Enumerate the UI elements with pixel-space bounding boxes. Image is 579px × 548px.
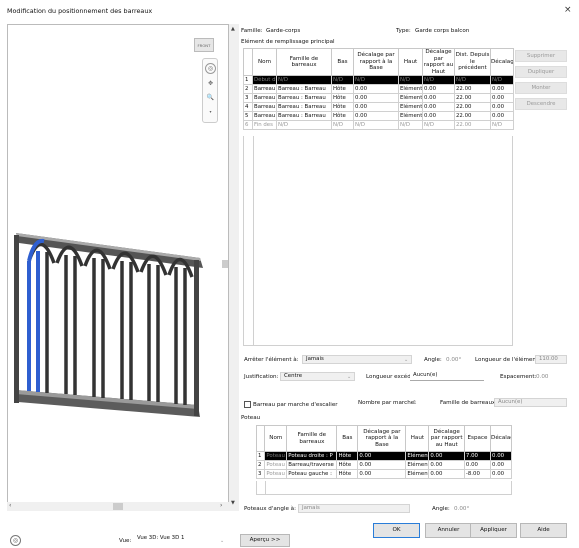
table-row[interactable]: 3 Barreau Barreau : Barreau Hôte 0.00 El…: [243, 93, 514, 103]
longueur-field[interactable]: 110.00: [535, 355, 567, 364]
table-row[interactable]: 1 Début d N/D N/D N/D N/D N/D N/D N/D: [243, 75, 514, 85]
viewport-vertical-scrollbar[interactable]: ▲ ▼: [229, 24, 239, 511]
apercu-button[interactable]: Aperçu >>: [240, 534, 290, 547]
table-row[interactable]: 1 Poteau Poteau droite : P Hôte 0.00 Elé…: [255, 451, 512, 461]
scroll-down-icon[interactable]: ▼: [231, 500, 235, 506]
col-header-haut: Haut: [398, 48, 423, 76]
col-header-bas: Bas: [331, 48, 354, 76]
chevron-down-icon[interactable]: ▾: [205, 107, 216, 118]
viewport-scroll-thumb[interactable]: [222, 260, 228, 268]
espacement-value[interactable]: 0.00: [536, 374, 548, 380]
longueur-label: Longueur de l'élément:: [475, 357, 540, 363]
steering-wheel-icon[interactable]: ◎: [10, 535, 21, 546]
col-header-decalage-base: Décalage par rapport à la Base: [353, 48, 399, 76]
ok-button[interactable]: OK: [373, 523, 420, 538]
nombre-value[interactable]: 1: [413, 400, 417, 406]
aide-button[interactable]: Aide: [520, 523, 567, 538]
table-row[interactable]: 2 Poteau Barreau/traverse r Hôte 0.00 El…: [255, 460, 512, 470]
scroll-left-icon[interactable]: ‹: [9, 502, 11, 509]
table-row[interactable]: 6 Fin des N/D N/D N/D N/D N/D 22.00 N/D: [243, 120, 514, 130]
famille-barreaux-select[interactable]: Aucun(e): [494, 398, 567, 407]
famille-barreaux-label: Famille de barreaux:: [440, 400, 498, 406]
barreau-par-marche-checkbox[interactable]: [244, 401, 251, 408]
famille-label: Famille:: [241, 28, 263, 34]
arreter-select[interactable]: Jamais: [302, 355, 412, 364]
poteau-col-espace: Espace: [463, 425, 492, 452]
navigation-bar: ◎ ✥ 🔍 ▾: [202, 58, 218, 123]
poteaux-angle-label: Poteaux d'angle à:: [244, 506, 296, 512]
viewport-horizontal-scrollbar[interactable]: ‹ ›: [7, 502, 229, 511]
close-icon[interactable]: ×: [564, 5, 572, 15]
view-cube-icon[interactable]: FRONT: [194, 38, 214, 52]
vue-select[interactable]: Vue 3D: Vue 3D 1: [134, 535, 227, 544]
poteau-col-famille: Famille de barreaux: [286, 425, 338, 452]
exced-label: Longueur excéd.:: [366, 374, 415, 380]
col-header-index: [243, 48, 253, 76]
chevron-down-icon[interactable]: ⌄: [404, 357, 408, 363]
main-section-title: Elément de remplissage principal: [241, 39, 335, 45]
col-header-decalage-haut: Décalage par rapport au Haut: [422, 48, 455, 76]
poteaux-angle-select[interactable]: Jamais: [298, 504, 410, 513]
poteau-col-bas: Bas: [336, 425, 359, 452]
railing-3d-preview: [14, 233, 203, 417]
poteau-angle-label: Angle:: [432, 506, 450, 512]
col-header-decalage: Décalage: [490, 48, 514, 76]
poteau-col-nom: Nom: [264, 425, 288, 452]
poteau-section-title: Poteau: [241, 415, 261, 421]
poteau-col-decalage-haut: Décalage par rapport au Haut: [428, 425, 465, 452]
famille-value: Garde-corps: [266, 28, 301, 34]
zoom-icon[interactable]: 🔍: [205, 93, 216, 104]
justification-select[interactable]: Centre: [280, 372, 355, 381]
arreter-label: Arrêter l'élément à:: [244, 357, 299, 363]
poteau-col-decalage-base: Décalage par rapport à la Base: [357, 425, 407, 452]
exced-select[interactable]: Aucun(e): [410, 372, 484, 381]
poteau-col-haut: Haut: [405, 425, 430, 452]
col-header-nom: Nom: [252, 48, 277, 76]
vue-label: Vue:: [119, 538, 132, 544]
col-header-famille: Famille de barreaux: [276, 48, 332, 76]
table-row[interactable]: 2 Barreau Barreau : Barreau Hôte 0.00 El…: [243, 84, 514, 94]
poteau-col-index: [255, 425, 266, 452]
annuler-button[interactable]: Annuler: [425, 523, 472, 538]
poteau-col-decalage: Décalage: [490, 425, 512, 452]
table-empty-area: [243, 136, 513, 346]
preview-viewport[interactable]: [7, 24, 229, 511]
descendre-button[interactable]: Descendre: [515, 98, 567, 110]
col-header-distance: Dist. Depuis le précédent: [454, 48, 491, 76]
angle-label: Angle:: [424, 357, 442, 363]
main-pattern-table: Nom Famille de barreaux Bas Décalage par…: [243, 48, 514, 130]
justification-label: Justification:: [244, 374, 279, 380]
pan-icon[interactable]: ✥: [205, 79, 216, 90]
table-row[interactable]: 4 Barreau Barreau : Barreau Hôte 0.00 El…: [243, 102, 514, 112]
angle-value[interactable]: 0.00°: [446, 357, 461, 363]
table-row[interactable]: 5 Barreau Barreau : Barreau Hôte 0.00 El…: [243, 111, 514, 121]
type-value: Garde corps balcon: [415, 28, 470, 34]
espacement-label: Espacement:: [500, 374, 537, 380]
hscroll-thumb[interactable]: [113, 503, 123, 510]
poteau-angle-value[interactable]: 0.00°: [454, 506, 469, 512]
chevron-down-icon[interactable]: ⌄: [347, 374, 351, 380]
barreau-par-marche-label: Barreau par marche d'escalier: [253, 402, 338, 408]
dupliquer-button[interactable]: Dupliquer: [515, 66, 567, 78]
monter-button[interactable]: Monter: [515, 82, 567, 94]
steering-wheel-icon[interactable]: ◎: [205, 63, 216, 74]
window-title: Modification du positionnement des barre…: [7, 7, 153, 15]
table-row[interactable]: 3 Poteau Poteau gauche : Hôte 0.00 Eléme…: [255, 469, 512, 479]
type-label: Type:: [396, 28, 411, 34]
chevron-down-icon[interactable]: ⌄: [220, 538, 224, 544]
nombre-label: Nombre par marche:: [358, 400, 417, 406]
scroll-right-icon[interactable]: ›: [220, 502, 222, 509]
poteau-table: Nom Famille de barreaux Bas Décalage par…: [255, 425, 512, 479]
scroll-up-icon[interactable]: ▲: [231, 26, 235, 32]
poteau-empty-area: [256, 481, 512, 495]
supprimer-button[interactable]: Supprimer: [515, 50, 567, 62]
appliquer-button[interactable]: Appliquer: [470, 523, 517, 538]
